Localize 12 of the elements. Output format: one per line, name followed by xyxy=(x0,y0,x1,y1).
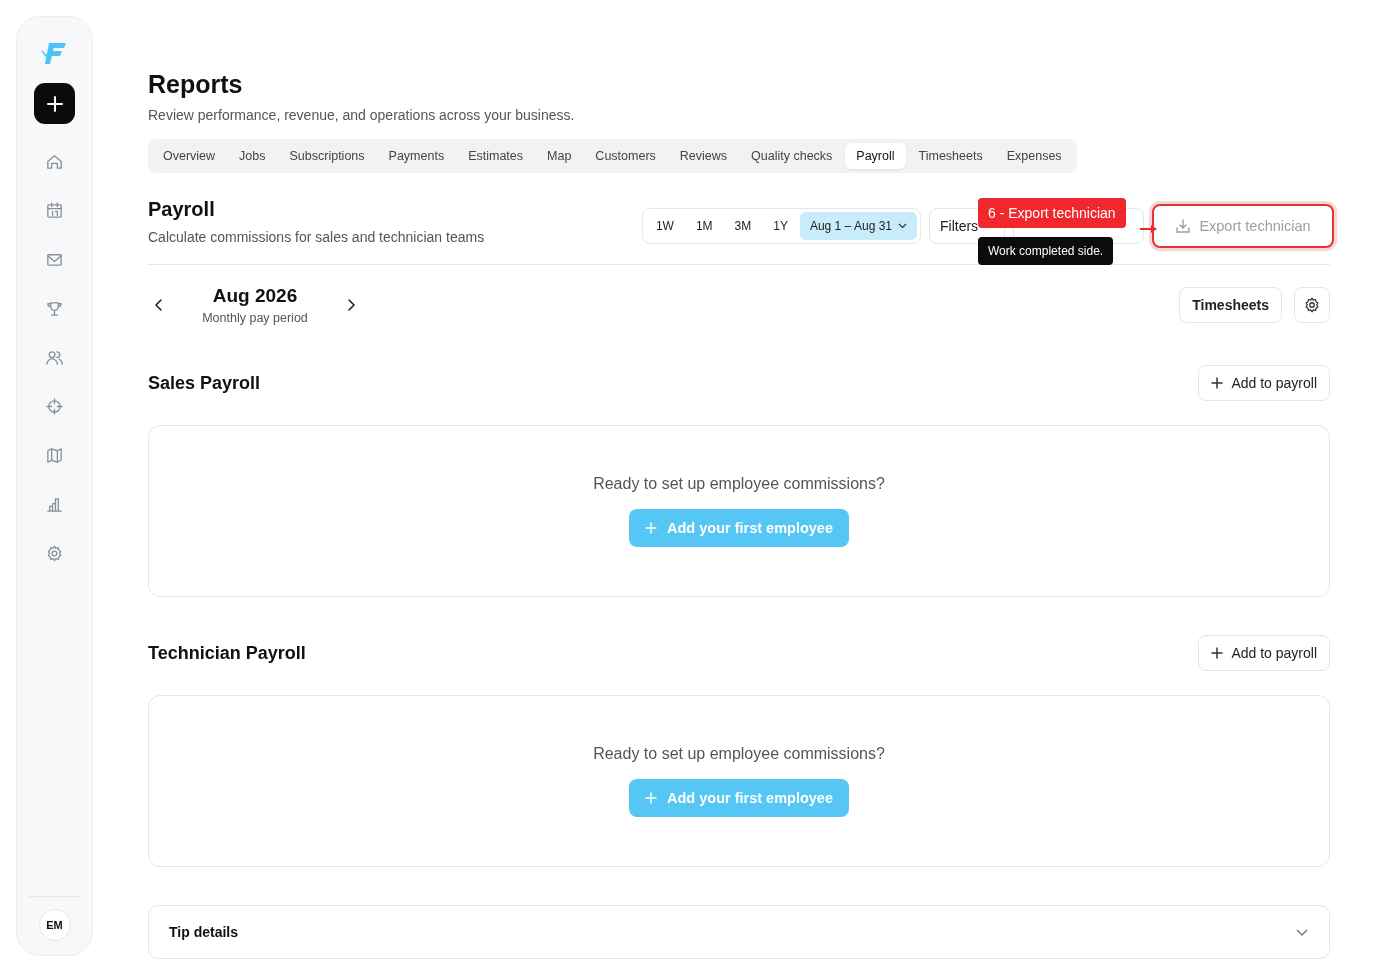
tooltip: Work completed side. xyxy=(978,237,1114,265)
page-title: Reports xyxy=(148,70,244,99)
payroll-title: Sales Payroll xyxy=(148,372,261,394)
empty-message: Ready to set up employee commissions? xyxy=(593,475,885,493)
page-subtitle: Review performance, revenue, and operations across your business. xyxy=(148,107,576,123)
period-month: Aug 2026 xyxy=(211,285,299,307)
payroll-title: Technician Payroll xyxy=(148,642,306,664)
section-title: Payroll xyxy=(148,198,216,221)
period-caption: Monthly pay period xyxy=(201,311,309,325)
step-callout: 6 - Export technician xyxy=(978,198,1126,228)
empty-message: Ready to set up employee commissions? xyxy=(593,745,885,763)
section-subtitle: Calculate commissions for sales and technician teams xyxy=(148,229,485,245)
